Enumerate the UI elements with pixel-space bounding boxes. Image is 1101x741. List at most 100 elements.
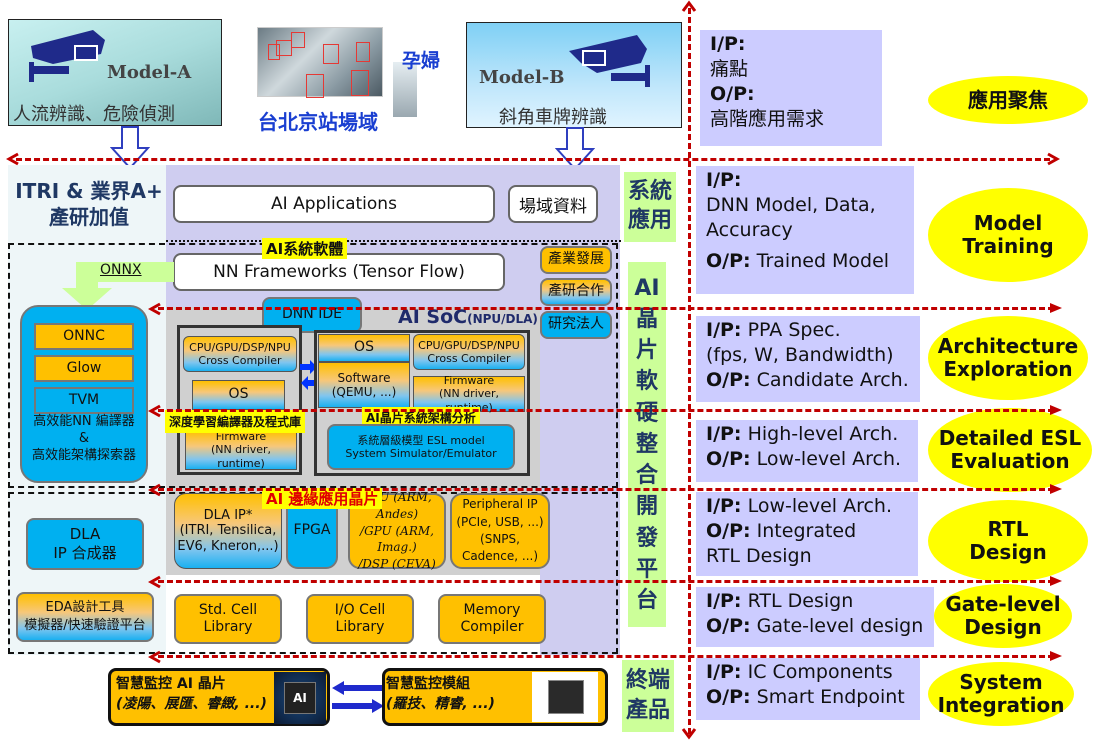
arrow-right-icon: [1050, 405, 1062, 415]
line: Model: [973, 211, 1043, 235]
ip-label: I/P:: [710, 33, 746, 55]
ip-text: 痛點: [710, 58, 749, 81]
soc-subtitle: (NPU/DLA): [467, 312, 538, 326]
arrow-left-icon: [148, 302, 161, 316]
peripheral-ip-box: Peripheral IP (PCIe, USB, ...) (SNPS, Ca…: [450, 493, 550, 569]
line: Detailed ESL: [938, 426, 1082, 450]
line: Peripheral IP: [462, 497, 538, 512]
stage-io-esl: I/P: High-level Arch. O/P: Low-level Arc…: [696, 420, 918, 482]
caption-line: 高效能NN 編譯器: [33, 414, 135, 429]
line: (SNPS, Cadence, ...): [461, 532, 539, 564]
std-cell-library-box: Std. Cell Library: [174, 594, 282, 644]
line: 智慧監控 AI 晶片: [116, 676, 226, 692]
label-line: 合: [635, 463, 658, 489]
op-text: Trained Model: [750, 250, 890, 273]
label-line: 終端: [625, 668, 670, 694]
right-cross-compiler: CPU/GPU/DSP/NPU Cross Compiler: [413, 334, 525, 370]
arrow-down-icon: [681, 728, 697, 740]
line: CPU/GPU/DSP/NPU: [418, 338, 520, 352]
ip-text: Low-level Arch.: [741, 495, 892, 517]
arrow-left-icon: [6, 152, 19, 166]
op-label: O/P:: [710, 83, 755, 106]
line: 模擬器/快速驗證平台: [24, 618, 146, 633]
line: Integration: [937, 693, 1065, 717]
line: I/O Cell: [334, 601, 386, 618]
ai-system-software-tag: AI系統軟體: [262, 238, 348, 259]
arrow-right-icon: [1047, 152, 1060, 166]
divider-arch: [158, 409, 1054, 412]
onnc-box: ONNC: [34, 323, 134, 350]
label-line: 應用: [627, 208, 672, 233]
scene-label: 台北京站場域: [258, 110, 378, 134]
ip-label: I/P:: [706, 495, 742, 517]
edge-chip-tag: AI 邊緣應用晶片: [262, 488, 383, 509]
endpoint-label: 終端 產品: [622, 660, 674, 732]
line: /GPU (ARM, Imag.): [360, 523, 434, 555]
caption-line: 高效能架構探索器: [31, 447, 136, 463]
dl-compiler-tag: 深度學習編譯器及程式庫: [165, 410, 306, 433]
arrow-right-icon: [1050, 484, 1062, 494]
divider: [166, 240, 621, 242]
line: /DSP (CEVA): [358, 557, 436, 572]
module-board-icon: [548, 680, 584, 714]
stage-io-arch: I/P: PPA Spec. (fps, W, Bandwidth) O/P: …: [696, 316, 920, 402]
stage-io-focus: I/P: 痛點 O/P: 高階應用需求: [700, 30, 882, 146]
arrow-left-icon: [148, 575, 161, 589]
label-line: 系統: [627, 179, 672, 205]
arrow-up-icon: [681, 0, 697, 12]
model-b-title: Model-B: [479, 67, 565, 88]
line: (羅技、精睿, ...): [386, 696, 495, 713]
line: IP 合成器: [53, 544, 117, 562]
dla-synthesizer-box: DLA IP 合成器: [26, 518, 144, 570]
scene-image: [257, 27, 383, 98]
op-text: 高階應用需求: [710, 108, 825, 131]
tvm-box: TVM: [34, 387, 134, 414]
memory-compiler-box: Memory Compiler: [438, 594, 546, 644]
line: DLA IP*: [203, 507, 253, 523]
line: 智慧監控模組: [386, 676, 470, 692]
system-app-label: 系統 應用: [624, 172, 676, 242]
glow-box: Glow: [34, 355, 134, 382]
model-b-card: Model-B 斜角車牌辨識: [466, 22, 682, 128]
line: Cross Compiler: [198, 354, 282, 367]
line: Architecture: [937, 334, 1079, 358]
ai-chip-image: AI: [274, 672, 326, 724]
op-label: O/P:: [706, 686, 751, 709]
op-label: O/P:: [706, 615, 751, 638]
line: Memory: [463, 601, 521, 618]
line: Std. Cell: [198, 601, 258, 618]
eda-tools-box: EDA設計工具 模擬器/快速驗證平台: [16, 592, 154, 642]
stage-architecture-exploration: Architecture Exploration: [928, 316, 1088, 400]
ip-label: I/P:: [706, 661, 742, 683]
stage-system-integration: System Integration: [928, 662, 1074, 726]
op-label: O/P:: [706, 369, 751, 392]
left-title: ITRI & 業界A+ 產研加值: [14, 178, 164, 230]
industry-research-tag: 產研合作: [540, 278, 612, 306]
label-line: 開: [635, 494, 658, 520]
left-title-line1: ITRI & 業界A+: [15, 179, 163, 203]
op-label: O/P:: [706, 520, 751, 543]
line: (NN driver, runtime): [210, 443, 272, 470]
line: Design: [964, 615, 1042, 639]
divider-esl: [158, 488, 1054, 491]
label-line: 產品: [625, 698, 670, 723]
label-line: 軟: [635, 369, 658, 395]
line: Firmware: [443, 374, 495, 388]
stage-app-focus: 應用聚焦: [928, 76, 1088, 124]
label-line: 硬: [635, 400, 658, 426]
ai-applications-box: AI Applications: [173, 185, 495, 223]
platform-label: AI 晶 片 軟 硬 整 合 開 發 平 台: [628, 262, 666, 627]
left-firmware: Firmware (NN driver, runtime): [185, 430, 297, 470]
stage-rtl-design: RTL Design: [928, 500, 1088, 582]
label-line: 發: [635, 525, 658, 551]
model-a-title: Model-A: [107, 62, 192, 83]
arrow-left-icon: [148, 404, 161, 418]
arrow-right-icon: [1050, 303, 1062, 313]
divider-training: [158, 307, 1054, 310]
ip-text: RTL Design: [741, 590, 854, 612]
model-a-card: Model-A 人流辨識、危險偵測: [8, 19, 222, 126]
line: Evaluation: [950, 449, 1070, 473]
scene-tag: 孕婦: [402, 50, 441, 72]
left-os-box: OS: [192, 380, 285, 410]
label-line: 片: [635, 338, 658, 364]
